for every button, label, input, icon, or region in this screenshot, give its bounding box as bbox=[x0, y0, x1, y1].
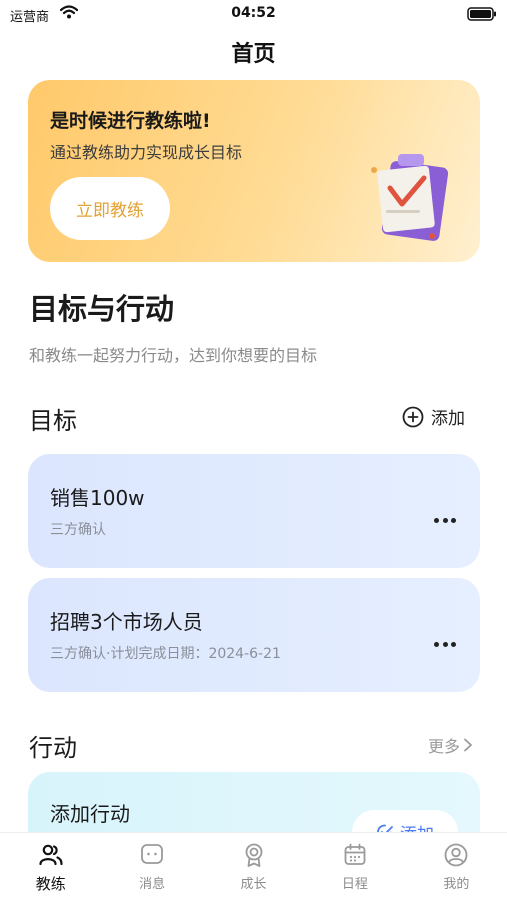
status-bar: 运营商 04:52 bbox=[0, 0, 507, 30]
chevron-right-icon bbox=[464, 738, 472, 752]
goal-card[interactable]: 销售100w 三方确认 bbox=[28, 454, 480, 568]
goal-title: 销售100w bbox=[50, 486, 145, 510]
plus-circle-icon bbox=[402, 406, 424, 427]
people-icon bbox=[39, 844, 63, 866]
tab-label: 我的 bbox=[443, 877, 470, 892]
page-title: 首页 bbox=[231, 42, 276, 67]
tab-profile[interactable]: 我的 bbox=[406, 833, 507, 900]
action-card-title: 添加行动 bbox=[50, 802, 130, 826]
tab-schedule[interactable]: 日程 bbox=[304, 833, 405, 900]
message-icon bbox=[141, 844, 164, 864]
coaching-banner: 是时候进行教练啦! 通过教练助力实现成长目标 立即教练 bbox=[28, 80, 480, 262]
more-options-icon[interactable] bbox=[434, 516, 456, 524]
more-label: 更多 bbox=[427, 737, 460, 756]
add-goal-label: 添加 bbox=[431, 409, 465, 429]
battery-icon bbox=[467, 7, 496, 21]
start-coaching-button[interactable]: 立即教练 bbox=[50, 177, 170, 240]
bottom-tab-bar: 教练 消息 成长 日程 我的 bbox=[0, 832, 507, 900]
section-title: 目标与行动 bbox=[29, 292, 175, 326]
goal-card[interactable]: 招聘3个市场人员 三方确认·计划完成日期：2024-6-21 bbox=[28, 578, 480, 692]
tab-label: 教练 bbox=[35, 875, 66, 893]
medal-icon bbox=[245, 843, 262, 867]
goal-meta: 三方确认 bbox=[50, 522, 106, 538]
goals-heading: 目标 bbox=[29, 407, 77, 435]
banner-subtitle: 通过教练助力实现成长目标 bbox=[50, 143, 243, 162]
goal-title: 招聘3个市场人员 bbox=[50, 610, 203, 634]
tab-messages[interactable]: 消息 bbox=[101, 833, 202, 900]
more-actions-link[interactable]: 更多 bbox=[428, 733, 473, 757]
tab-label: 日程 bbox=[341, 877, 368, 892]
status-time: 04:52 bbox=[231, 5, 276, 21]
profile-icon bbox=[444, 843, 468, 867]
section-subtitle: 和教练一起努力行动，达到你想要的目标 bbox=[29, 346, 318, 365]
clipboard-icon bbox=[371, 154, 449, 241]
tab-growth[interactable]: 成长 bbox=[203, 833, 304, 900]
tab-label: 消息 bbox=[139, 877, 166, 892]
actions-heading: 行动 bbox=[29, 734, 77, 762]
tab-coach[interactable]: 教练 bbox=[0, 833, 101, 900]
more-options-icon[interactable] bbox=[434, 640, 456, 648]
banner-title: 是时候进行教练啦! bbox=[50, 110, 211, 132]
add-goal-button[interactable]: 添加 bbox=[402, 404, 465, 429]
tab-label: 成长 bbox=[240, 877, 267, 892]
goal-meta: 三方确认·计划完成日期：2024-6-21 bbox=[50, 646, 281, 662]
calendar-icon bbox=[344, 843, 366, 865]
